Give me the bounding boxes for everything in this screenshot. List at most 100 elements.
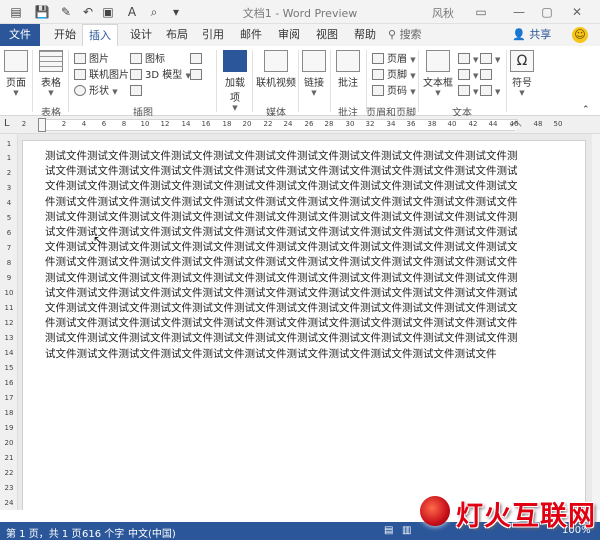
indent-marker[interactable] (38, 118, 46, 132)
tab-mailings[interactable]: 邮件 (234, 24, 268, 46)
document-canvas[interactable]: 测试文件测试文件测试文件测试文件测试文件测试文件测试文件测试文件测试文件测试文件… (18, 134, 600, 510)
symbol-button[interactable]: Ω 符号 ▼ (510, 50, 534, 97)
document-body-text[interactable]: 测试文件测试文件测试文件测试文件测试文件测试文件测试文件测试文件测试文件测试文件… (45, 149, 520, 362)
tab-review[interactable]: 审阅 (272, 24, 306, 46)
page-number-icon (372, 85, 384, 96)
screenshot-button[interactable] (190, 68, 205, 84)
ruler-tick: 12 (4, 319, 14, 327)
feedback-smiley-icon[interactable]: ☺ (572, 27, 588, 43)
share-button[interactable]: 👤 共享 (512, 24, 551, 46)
document-page[interactable]: 测试文件测试文件测试文件测试文件测试文件测试文件测试文件测试文件测试文件测试文件… (22, 140, 586, 510)
divider (216, 50, 217, 112)
dropcap-button[interactable]: ▼ (458, 84, 478, 100)
table-button[interactable]: 表格 ▼ (38, 50, 64, 97)
header-button[interactable]: 页眉 ▼ (372, 52, 416, 68)
comment-button[interactable]: 批注 (334, 50, 362, 89)
search-box[interactable]: ⚲ 搜索 (388, 24, 422, 46)
ruler-tick: 46 (509, 120, 519, 128)
datetime-button[interactable] (480, 68, 495, 84)
online-picture-button[interactable]: 联机图片 (74, 68, 129, 84)
vertical-ruler[interactable]: 1 1 2 3 4 5 6 7 8 9 10 11 12 13 14 15 16… (0, 134, 18, 510)
ruler-tick: 20 (4, 439, 14, 447)
ruler-tick: 36 (406, 120, 416, 128)
person-icon: 👤 (512, 28, 526, 41)
shapes-button[interactable]: 形状 ▼ (74, 84, 118, 100)
signature-line-button[interactable]: ▼ (480, 52, 500, 68)
ribbon-tabs: 文件 开始 插入 设计 布局 引用 邮件 审阅 视图 帮助 (0, 24, 600, 46)
ruler-tick: 19 (4, 424, 14, 432)
divider (506, 50, 507, 112)
ruler-tick: 24 (283, 120, 293, 128)
divider (252, 50, 253, 112)
chart-button[interactable] (130, 84, 145, 100)
minimize-button[interactable]: — (508, 2, 530, 22)
title-bar: ▤ 💾 ✎ ↶ ▣ A ⌕ ▾ 文档1 - Word Preview 风秋 ▭ … (0, 0, 600, 24)
footer-icon (372, 69, 384, 80)
ruler-tick: 2 (6, 169, 12, 177)
table-label: 表格 (41, 78, 61, 89)
tab-layout[interactable]: 布局 (160, 24, 194, 46)
ruler-tick: 12 (160, 120, 170, 128)
ruler-tick: 42 (468, 120, 478, 128)
ruler-tick: 13 (4, 334, 14, 342)
ruler-tick: 11 (4, 304, 14, 312)
word-count[interactable]: 616 个字 (82, 525, 124, 540)
divider (366, 50, 367, 112)
language-status[interactable]: 中文(中国) (128, 525, 176, 540)
restore-button[interactable]: ▢ (536, 2, 558, 22)
page-number-button[interactable]: 页码 ▼ (372, 84, 416, 100)
mouse-cursor-icon: ↖ (93, 233, 104, 247)
ruler-tick: 1 (6, 140, 12, 148)
quickparts-button[interactable]: ▼ (458, 52, 478, 68)
pages-button[interactable]: 页面 ▼ (4, 50, 28, 97)
tab-file[interactable]: 文件 (0, 24, 40, 46)
horizontal-ruler[interactable]: L 2 2 4 6 8 10 12 14 16 18 20 22 24 26 2… (0, 116, 600, 134)
ruler-tick: 40 (447, 120, 457, 128)
tab-help[interactable]: 帮助 (348, 24, 382, 46)
icons-button[interactable]: 图标 (130, 52, 165, 68)
ruler-tick: 10 (140, 120, 150, 128)
watermark-logo-icon (420, 496, 450, 526)
ribbon-options-icon[interactable]: ▭ (470, 2, 492, 22)
read-mode-icon[interactable]: ▤ (384, 525, 393, 536)
tab-selector[interactable]: L (4, 118, 10, 129)
picture-button[interactable]: 图片 (74, 52, 109, 68)
print-layout-icon[interactable]: ▥ (402, 525, 411, 536)
close-button[interactable]: ✕ (566, 2, 588, 22)
page-count[interactable]: 第 1 页，共 1 页 (6, 525, 81, 540)
tab-references[interactable]: 引用 (196, 24, 230, 46)
textbox-button[interactable]: 文本框 ▼ (422, 50, 454, 97)
link-button[interactable]: 链接 ▼ (302, 50, 326, 97)
tab-insert[interactable]: 插入 (82, 24, 118, 46)
ruler-tick: 24 (4, 499, 14, 507)
divider (330, 50, 331, 112)
object-button[interactable]: ▼ (480, 84, 500, 100)
ruler-tick: 18 (222, 120, 232, 128)
ruler-tick: 5 (6, 214, 12, 222)
signature-icon (480, 53, 492, 64)
ruler-tick: 16 (4, 379, 14, 387)
3d-model-button[interactable]: 3D 模型 ▼ (130, 68, 191, 84)
addins-button[interactable]: 加载项 ▼ (222, 50, 248, 112)
wordart-button[interactable]: ▼ (458, 68, 478, 84)
pages-label: 页面 (6, 78, 26, 89)
picture-icon (74, 53, 86, 64)
tab-view[interactable]: 视图 (310, 24, 344, 46)
divider (32, 50, 33, 112)
footer-button[interactable]: 页脚 ▼ (372, 68, 416, 84)
smartart-icon (190, 53, 202, 64)
ruler-tick: 23 (4, 484, 14, 492)
link-label: 链接 (304, 78, 324, 89)
textbox-icon (426, 50, 450, 72)
user-name[interactable]: 风秋 (432, 5, 454, 21)
ruler-tick: 9 (6, 274, 12, 282)
quickparts-icon (458, 53, 470, 64)
tab-home[interactable]: 开始 (48, 24, 82, 46)
shapes-icon (74, 85, 86, 96)
smartart-button[interactable] (190, 52, 205, 68)
ruler-tick: 10 (4, 289, 14, 297)
ruler-tick: 20 (242, 120, 252, 128)
online-video-button[interactable]: 联机视频 (256, 50, 296, 89)
tab-design[interactable]: 设计 (124, 24, 158, 46)
vertical-scrollbar[interactable] (592, 134, 600, 510)
